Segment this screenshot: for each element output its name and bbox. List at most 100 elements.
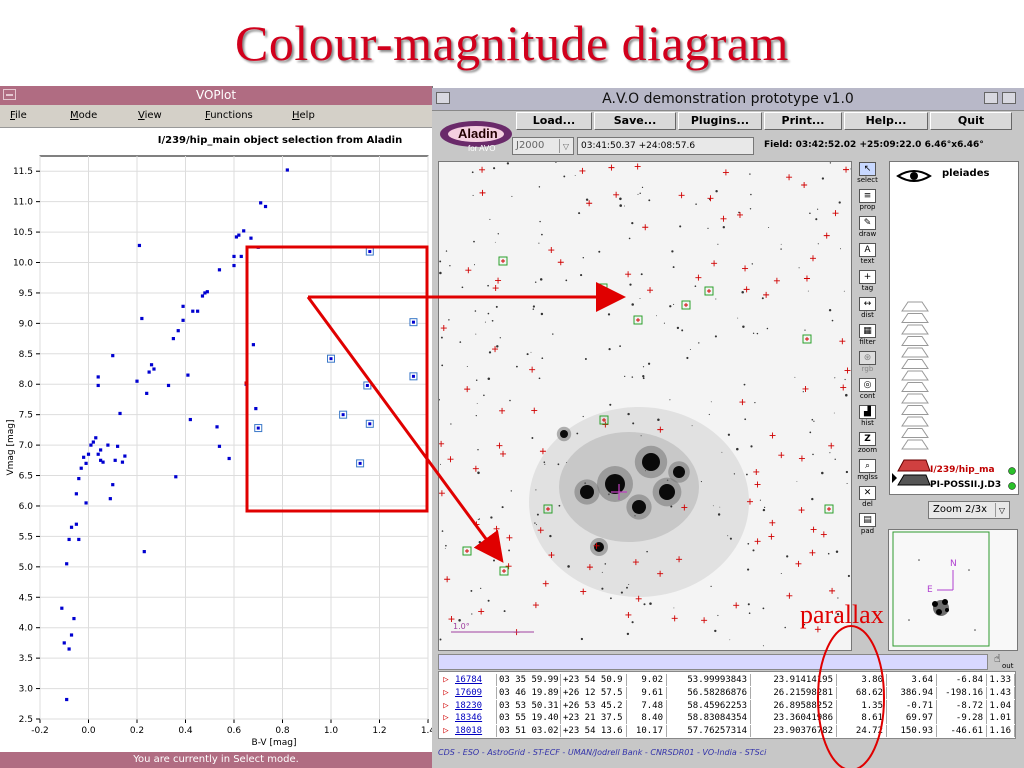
field-star xyxy=(534,281,537,283)
data-point xyxy=(106,443,110,447)
sky-image[interactable] xyxy=(439,162,851,650)
plane-catalog-label[interactable]: I/239/hip_ma xyxy=(930,465,995,475)
zoom-icon: Z xyxy=(859,432,876,446)
table-cell: 03 51 03.02 xyxy=(497,725,561,738)
target-input[interactable]: 03:41:50.37 +24:08:57.6 xyxy=(577,137,754,155)
expand-row-icon[interactable]: ▷ xyxy=(439,674,453,686)
expand-row-icon[interactable]: ▷ xyxy=(439,712,453,724)
data-point xyxy=(149,363,154,367)
save-button[interactable]: Save... xyxy=(594,112,676,130)
hip-id-link[interactable]: 16784 xyxy=(453,674,497,686)
measurement-table[interactable]: ▷ 16784 03 35 59.99 +23 54 50.9 9.02 53.99993… xyxy=(438,671,1016,739)
chevron-down-icon[interactable]: ▽ xyxy=(995,503,1008,517)
plane-stack[interactable]: pleiades I/239/hip_ma PI-POSSII.J.D3 xyxy=(889,161,1019,495)
tool-hist[interactable]: ▟ hist xyxy=(855,404,880,428)
field-star xyxy=(461,286,464,289)
tool-del[interactable]: ✕ del xyxy=(855,485,880,509)
hip-id-link[interactable]: 18346 xyxy=(453,712,497,725)
tool-mglss[interactable]: ⌕ mglss xyxy=(855,458,880,482)
field-star xyxy=(669,399,671,401)
data-point xyxy=(181,318,185,322)
table-row[interactable]: ▷ 18346 03 55 19.40 +23 21 37.5 8.40 58.83084… xyxy=(439,712,1015,725)
table-cell: -46.61 xyxy=(937,725,987,738)
zoom-thumbnail[interactable]: N E xyxy=(888,529,1018,651)
field-star xyxy=(448,319,450,321)
field-star xyxy=(543,461,546,463)
out-button[interactable]: ☝ out xyxy=(990,652,1014,670)
field-star xyxy=(472,194,474,196)
quit-button[interactable]: Quit xyxy=(930,112,1012,130)
properties-icon: ≡ xyxy=(859,189,876,203)
field-star xyxy=(450,423,452,425)
tool-pad[interactable]: ▤ pad xyxy=(855,512,880,536)
tool-dist[interactable]: ↔ dist xyxy=(855,296,880,320)
hip-id-link[interactable]: 18018 xyxy=(453,725,497,738)
y-tick-label: 2.5 xyxy=(19,715,33,725)
field-star xyxy=(499,337,501,339)
chevron-down-icon[interactable]: ▽ xyxy=(559,139,572,153)
expand-row-icon[interactable]: ▷ xyxy=(439,700,453,712)
tool-rgb[interactable]: ⊛ rgb xyxy=(855,350,880,374)
x-tick-label: 0.4 xyxy=(178,726,193,736)
tool-select[interactable]: ↖ select xyxy=(855,161,880,185)
help-button[interactable]: Help... xyxy=(844,112,928,130)
sky-image-view[interactable]: 1.0° xyxy=(438,161,852,651)
table-cell: 386.94 xyxy=(887,686,937,699)
field-star xyxy=(804,329,806,331)
field-star xyxy=(487,312,490,315)
table-row[interactable]: ▷ 18230 03 53 50.31 +26 53 45.2 7.48 58.45962… xyxy=(439,699,1015,712)
measurement-bar[interactable] xyxy=(438,654,988,670)
tool-filter[interactable]: ▦ filter xyxy=(855,323,880,347)
empty-plane xyxy=(901,359,929,369)
field-star xyxy=(609,597,612,600)
field-star xyxy=(681,329,684,332)
table-cell: 1.33 xyxy=(987,674,1015,686)
field-star xyxy=(749,173,751,175)
tool-zoom[interactable]: Zzoom xyxy=(855,431,880,455)
distance-icon: ↔ xyxy=(859,297,876,311)
field-star xyxy=(657,418,660,421)
maximize-icon[interactable] xyxy=(1002,92,1016,104)
minimize-icon[interactable] xyxy=(984,92,998,104)
field-star xyxy=(747,603,750,606)
field-star xyxy=(717,243,719,245)
print-button[interactable]: Print... xyxy=(764,112,842,130)
field-star xyxy=(541,233,543,236)
bright-star xyxy=(605,474,625,494)
hip-id-link[interactable]: 17609 xyxy=(453,686,497,699)
slide-title: Colour-magnitude diagram xyxy=(235,15,789,71)
table-row[interactable]: ▷ 18018 03 51 03.02 +23 54 13.6 10.17 57.7625… xyxy=(439,725,1015,738)
field-star xyxy=(780,243,782,245)
voplot-window: VOPlot File Mode View Functions Help I/2… xyxy=(0,86,433,768)
hip-id-link[interactable]: 18230 xyxy=(453,699,497,712)
data-point xyxy=(256,245,260,249)
data-point xyxy=(232,254,236,259)
data-point xyxy=(65,697,69,702)
tool-draw[interactable]: ✎ draw xyxy=(855,215,880,239)
zoom-select[interactable]: Zoom 2/3x ▽ xyxy=(928,501,1010,519)
table-row[interactable]: ▷ 17609 03 46 19.89 +26 12 57.5 9.61 56.58286… xyxy=(439,686,1015,699)
tool-text[interactable]: Atext xyxy=(855,242,880,266)
tool-tag[interactable]: + tag xyxy=(855,269,880,293)
expand-row-icon[interactable]: ▷ xyxy=(439,725,453,737)
field-star xyxy=(752,549,755,552)
tool-prop[interactable]: ≡ prop xyxy=(855,188,880,212)
plane-image-label[interactable]: PI-POSSII.J.D3 xyxy=(930,480,1001,490)
field-star xyxy=(628,237,631,240)
field-star xyxy=(490,516,493,519)
field-star xyxy=(487,377,491,381)
frame-select[interactable]: J2000 ▽ xyxy=(512,137,574,155)
field-star xyxy=(761,297,764,300)
field-star xyxy=(641,186,644,189)
table-cell: 8.61 xyxy=(837,712,887,725)
x-axis-label: B-V [mag] xyxy=(252,738,297,748)
table-row[interactable]: ▷ 16784 03 35 59.99 +23 54 50.9 9.02 53.99993… xyxy=(439,674,1015,686)
expand-row-icon[interactable]: ▷ xyxy=(439,687,453,699)
cmd-scatter-plot[interactable]: -0.2 0.0 0.2 0.4 0.6 0.8 1.0 1.2 1.4 2.5 3.0 3.5 4.0… xyxy=(0,86,432,752)
data-point xyxy=(171,336,175,341)
field-star xyxy=(582,415,584,418)
field-star xyxy=(835,550,839,554)
tool-cont[interactable]: ◎ cont xyxy=(855,377,880,401)
load-button[interactable]: Load... xyxy=(516,112,592,130)
plugins-button[interactable]: Plugins... xyxy=(678,112,762,130)
